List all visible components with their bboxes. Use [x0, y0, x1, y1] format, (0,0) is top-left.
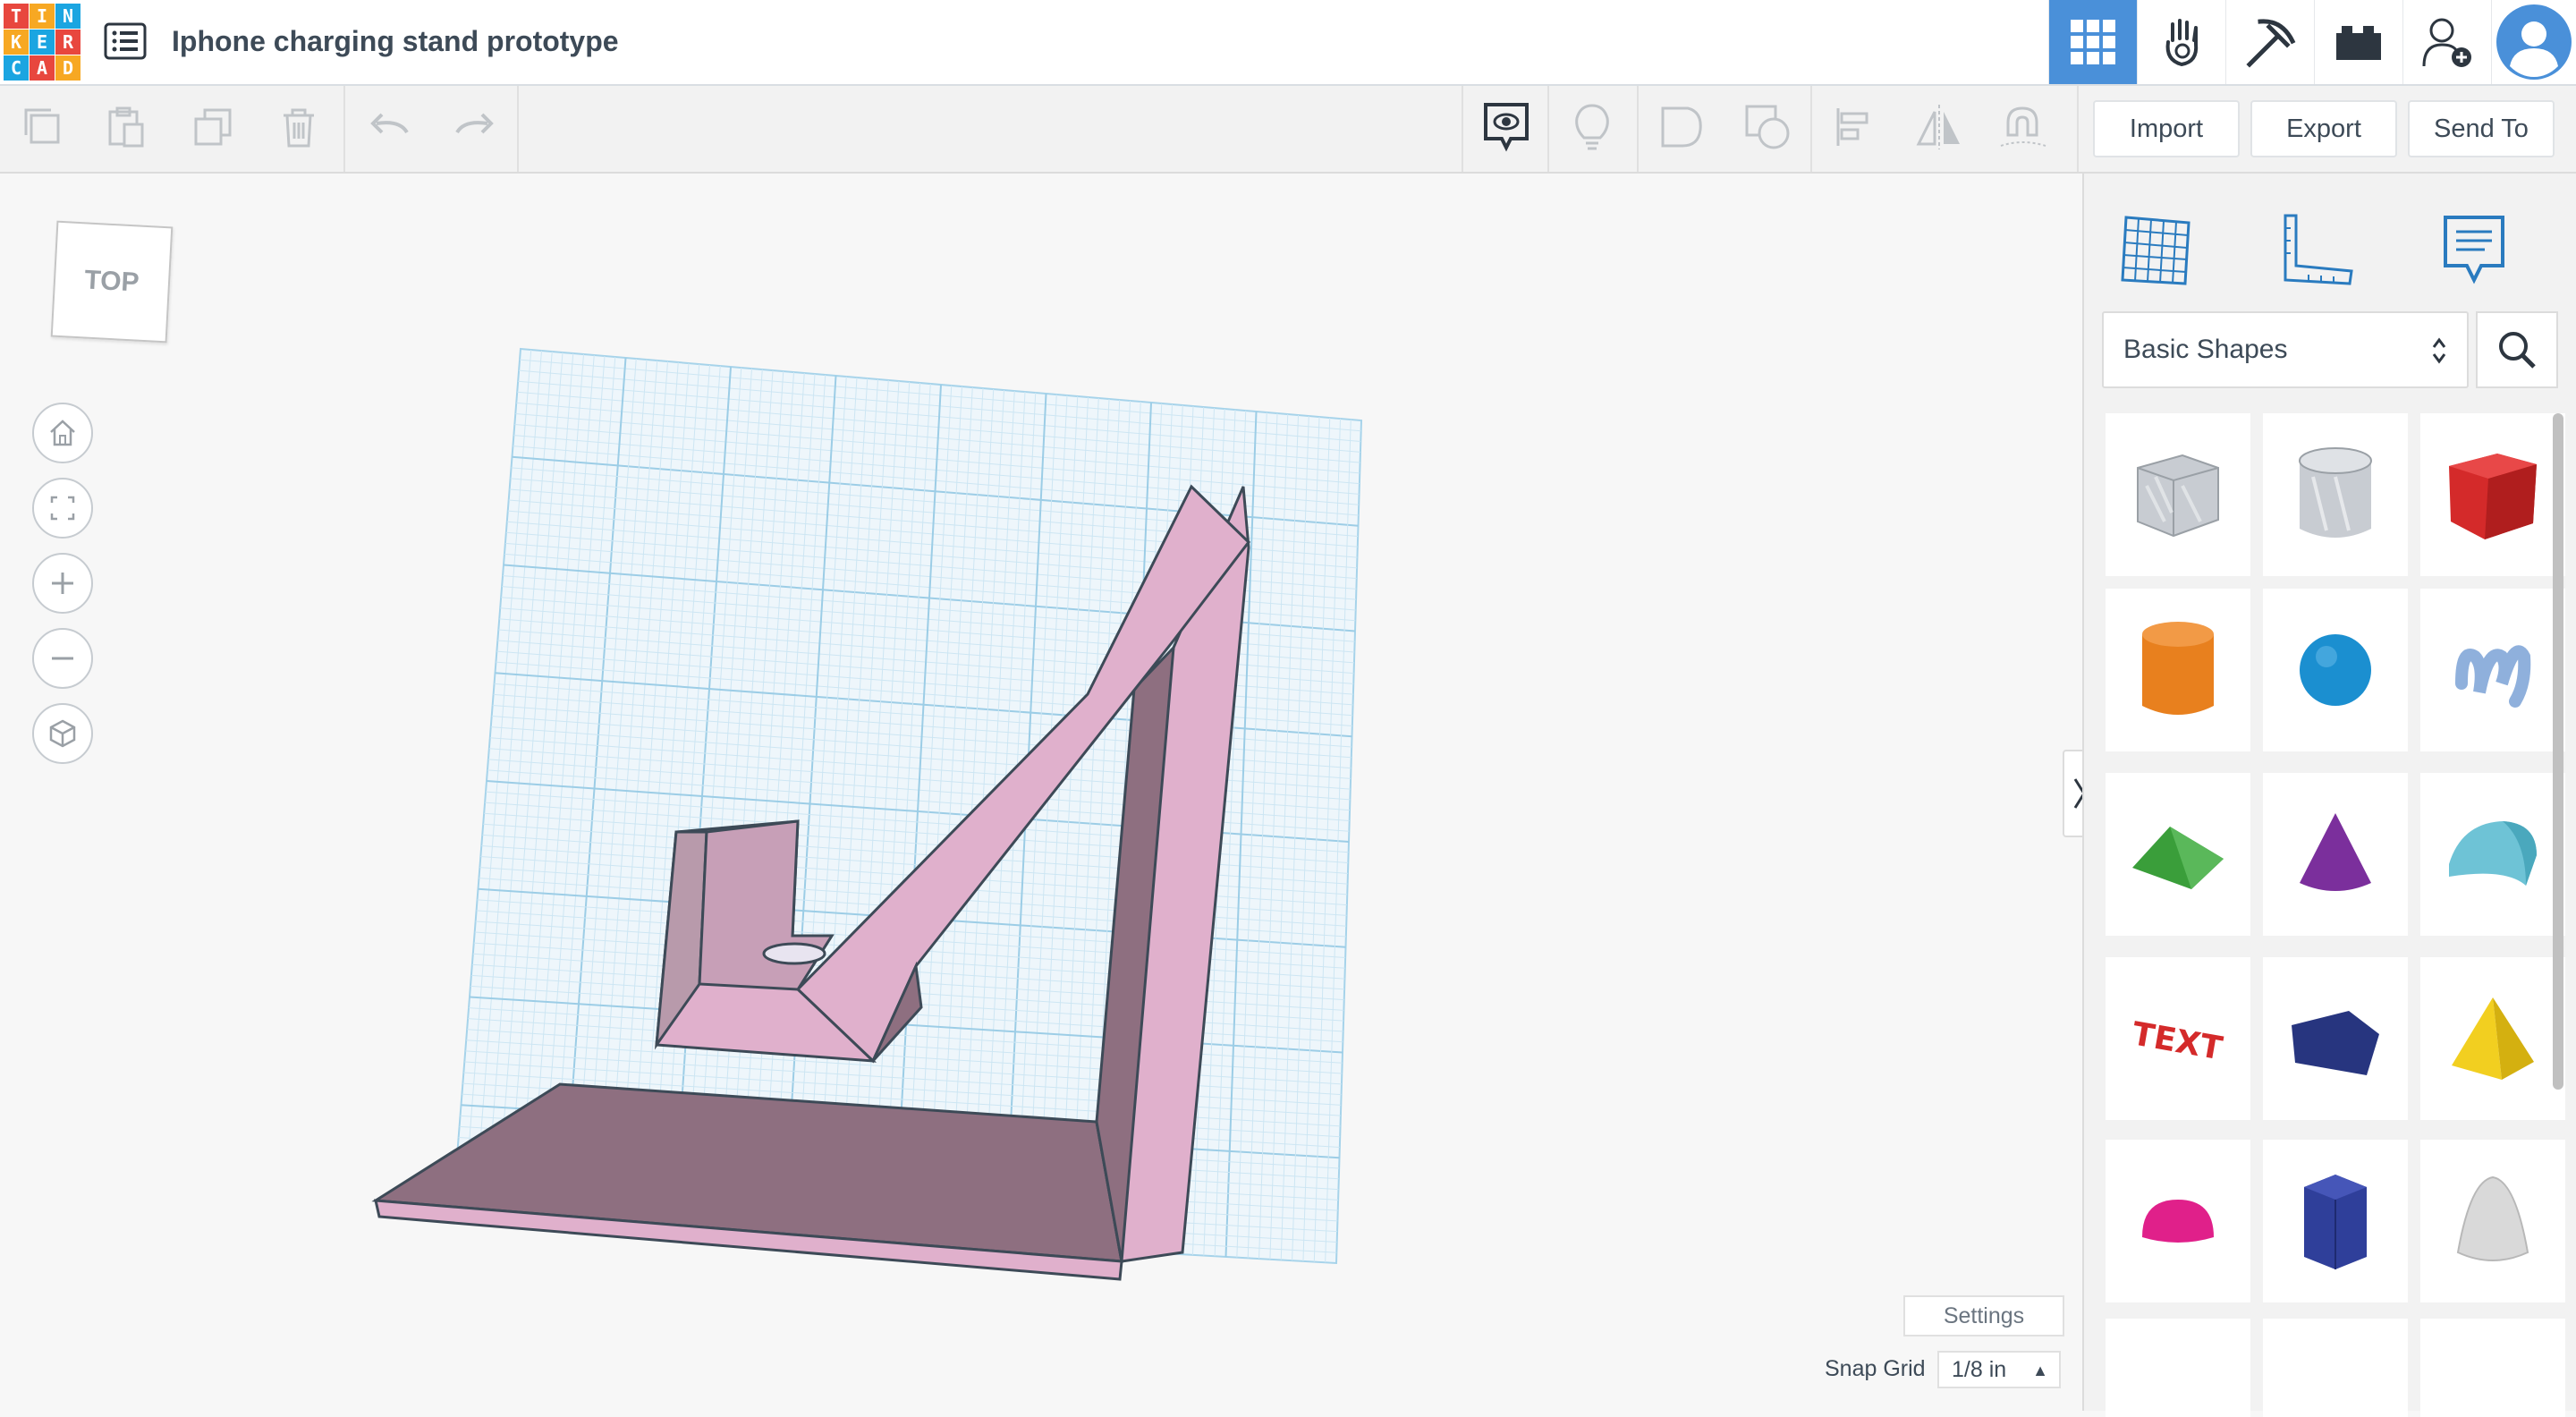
snap-grid-value: 1/8 in	[1952, 1356, 2007, 1382]
notes-tab[interactable]	[2420, 197, 2528, 304]
home-view-icon	[50, 420, 75, 446]
shape-tile-partial[interactable]	[2263, 1319, 2408, 1417]
shape-tile-paraboloid[interactable]	[2420, 1140, 2565, 1302]
design-list-icon[interactable]	[103, 21, 148, 61]
redo-icon[interactable]	[445, 98, 503, 156]
design-title[interactable]: Iphone charging stand prototype	[172, 25, 619, 58]
align-icon[interactable]	[1826, 98, 1884, 156]
search-icon	[2499, 332, 2536, 369]
shape-tile-polygon[interactable]	[2263, 957, 2408, 1120]
fit-view-button[interactable]	[32, 478, 93, 539]
zoom-in-icon	[52, 573, 73, 594]
tinkercad-logo[interactable]: TIN KER CAD	[4, 4, 80, 81]
shape-category-value: Basic Shapes	[2123, 335, 2288, 364]
view-cube[interactable]: TOP	[50, 220, 174, 344]
send-to-button[interactable]: Send To	[2408, 100, 2555, 157]
shape-tile-partial[interactable]	[2106, 1319, 2250, 1417]
shape-tile-roof[interactable]	[2106, 773, 2250, 936]
undo-icon[interactable]	[361, 98, 419, 156]
workplane-tab[interactable]	[2102, 197, 2209, 304]
snap-grid-select[interactable]: 1/8 in ▲	[1937, 1351, 2061, 1388]
grid-view-icon[interactable]	[2048, 0, 2137, 84]
charging-cable-hole[interactable]	[762, 942, 826, 965]
home-view-button[interactable]	[32, 403, 93, 463]
workplane-icon	[2121, 216, 2190, 285]
user-avatar-icon[interactable]	[2491, 0, 2576, 84]
copy-icon[interactable]	[14, 98, 72, 156]
shape-tile-cone[interactable]	[2263, 773, 2408, 936]
shape-tile-hexagonal-prism[interactable]	[2263, 1140, 2408, 1302]
bricks-icon[interactable]	[2314, 0, 2402, 84]
workplane-magnet-icon[interactable]	[1995, 98, 2052, 156]
shape-category-select[interactable]: Basic Shapes	[2102, 311, 2469, 388]
logo-letter: E	[30, 30, 55, 55]
shape-tile-box[interactable]	[2420, 413, 2565, 576]
shape-tile-box-hole[interactable]	[2106, 413, 2250, 576]
logo-letter: D	[55, 55, 80, 81]
logo-letter: K	[4, 30, 29, 55]
shape-tile-partial[interactable]	[2420, 1319, 2565, 1417]
projection-button[interactable]	[32, 703, 93, 764]
caret-up-icon: ▲	[2032, 1362, 2048, 1379]
zoom-in-button[interactable]	[32, 553, 93, 614]
shape-tile-half-sphere[interactable]	[2106, 1140, 2250, 1302]
shape-tile-pyramid[interactable]	[2420, 957, 2565, 1120]
hole-icon[interactable]	[1653, 98, 1710, 156]
import-button[interactable]: Import	[2093, 100, 2240, 157]
projection-icon	[49, 719, 76, 748]
logo-letter: T	[4, 4, 29, 29]
paste-icon[interactable]	[97, 98, 154, 156]
editing-toolbar: Import Export Send To	[0, 86, 2576, 174]
shape-search-button[interactable]	[2476, 311, 2558, 388]
logo-letter: A	[30, 55, 55, 81]
view-cube-label: TOP	[83, 265, 140, 298]
logo-letter: C	[4, 55, 29, 81]
add-user-icon[interactable]	[2402, 0, 2491, 84]
zoom-out-icon	[52, 657, 73, 660]
logo-letter: R	[55, 30, 80, 55]
shape-tile-text[interactable]: TEXT	[2106, 957, 2250, 1120]
shape-tile-sphere[interactable]	[2263, 589, 2408, 751]
notes-toggle-icon[interactable]	[1478, 98, 1535, 156]
3d-workplane-canvas[interactable]: TOP Settings Snap Grid 1/8 in ▲	[0, 174, 2097, 1411]
shape-panel-scrollbar[interactable]	[2553, 413, 2563, 1090]
gallery-hand-icon[interactable]	[2137, 0, 2225, 84]
group-icon[interactable]	[1739, 98, 1796, 156]
svg-text:TEXT: TEXT	[2130, 1015, 2225, 1067]
top-bar: TIN KER CAD Iphone charging stand prototyp…	[0, 0, 2576, 86]
ruler-tab[interactable]	[2263, 197, 2370, 304]
duplicate-icon[interactable]	[184, 98, 242, 156]
zoom-out-button[interactable]	[32, 628, 93, 689]
shape-tile-round-roof[interactable]	[2420, 773, 2565, 936]
settings-button[interactable]: Settings	[1903, 1295, 2064, 1336]
notes-icon	[2444, 216, 2504, 284]
logo-letter: N	[55, 4, 80, 29]
fit-view-icon	[50, 496, 75, 521]
logo-letter: I	[30, 4, 55, 29]
light-bulb-icon[interactable]	[1563, 98, 1621, 156]
pickaxe-icon[interactable]	[2225, 0, 2314, 84]
shape-tile-scribble[interactable]	[2420, 589, 2565, 751]
ruler-icon	[2284, 214, 2353, 285]
mirror-icon[interactable]	[1911, 98, 1968, 156]
shape-tile-cylinder-hole[interactable]	[2263, 413, 2408, 576]
workplane-scene[interactable]	[0, 174, 2080, 1411]
select-arrows-icon	[2431, 335, 2447, 374]
shape-tile-cylinder[interactable]	[2106, 589, 2250, 751]
snap-grid-label: Snap Grid	[1825, 1356, 1926, 1381]
delete-icon[interactable]	[270, 98, 327, 156]
export-button[interactable]: Export	[2250, 100, 2397, 157]
shapes-panel: Basic Shapes TEXT	[2082, 174, 2576, 1417]
